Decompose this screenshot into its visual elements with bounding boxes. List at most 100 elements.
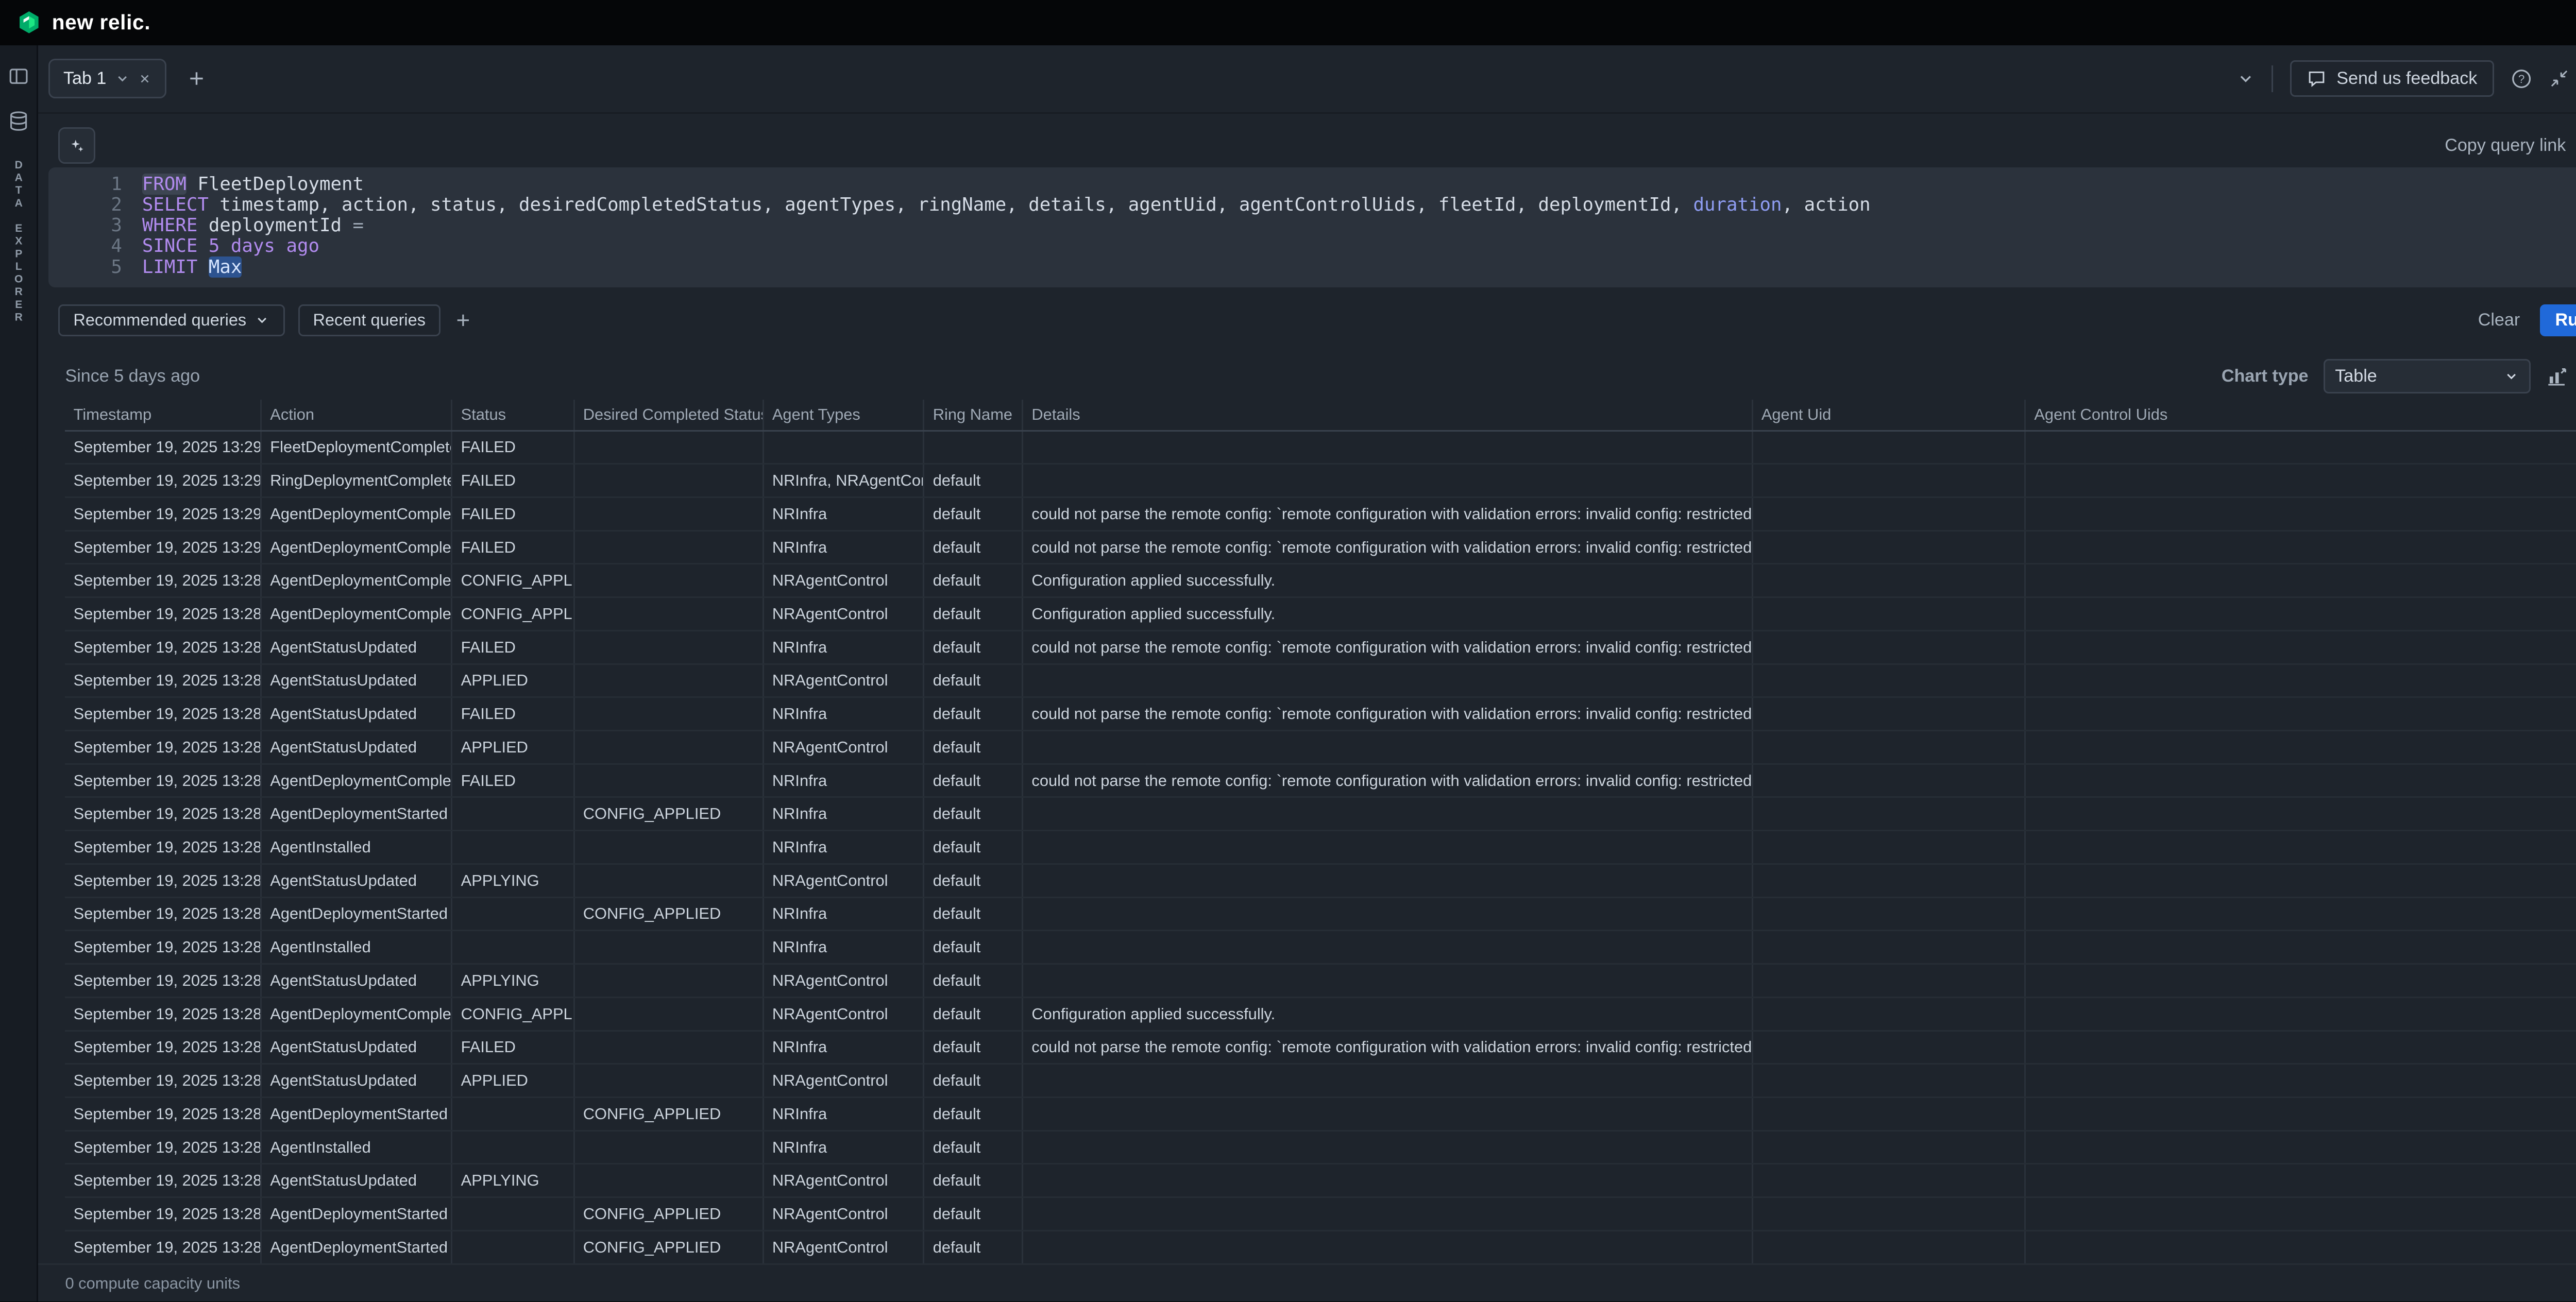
table-cell: September 19, 2025 13:28:48 bbox=[65, 764, 261, 797]
code-line[interactable]: 4SINCE 5 days ago bbox=[48, 236, 2576, 256]
help-icon[interactable]: ? bbox=[2511, 68, 2532, 90]
table-cell: APPLIED bbox=[452, 664, 574, 697]
table-row[interactable]: September 19, 2025 13:28:57AgentDeployme… bbox=[65, 597, 2576, 631]
collapse-view-icon[interactable] bbox=[2549, 68, 2569, 89]
table-cell bbox=[2025, 697, 2576, 731]
table-row[interactable]: September 19, 2025 13:28:53AgentStatusUp… bbox=[65, 630, 2576, 664]
table-cell: Configuration applied successfully. bbox=[1023, 564, 1752, 597]
table-cell: NRInfra bbox=[763, 1130, 924, 1164]
table-cell: CONFIG_APPLIED bbox=[452, 997, 574, 1031]
tab-1[interactable]: Tab 1 bbox=[48, 59, 166, 98]
table-row[interactable]: September 19, 2025 13:28:51AgentStatusUp… bbox=[65, 731, 2576, 764]
table-row[interactable]: September 19, 2025 13:28:28AgentInstalle… bbox=[65, 1130, 2576, 1164]
table-cell bbox=[1023, 431, 1752, 464]
code-line[interactable]: 3WHERE deploymentId = bbox=[48, 215, 2576, 236]
table-cell bbox=[1752, 1164, 2025, 1197]
table-cell: AgentInstalled bbox=[261, 931, 452, 964]
table-row[interactable]: September 19, 2025 13:29:17FleetDeployme… bbox=[65, 431, 2576, 464]
table-cell: NRAgentControl bbox=[763, 997, 924, 1031]
ai-query-wand-icon[interactable] bbox=[58, 127, 95, 164]
table-cell bbox=[1752, 1130, 2025, 1164]
table-cell: NRInfra bbox=[763, 1031, 924, 1064]
table-row[interactable]: September 19, 2025 13:28:17AgentDeployme… bbox=[65, 1230, 2576, 1263]
recommended-queries-button[interactable]: Recommended queries bbox=[58, 304, 284, 336]
table-row[interactable]: September 19, 2025 13:28:45AgentStatusUp… bbox=[65, 964, 2576, 998]
table-cell bbox=[1752, 564, 2025, 597]
table-row[interactable]: September 19, 2025 13:28:28AgentStatusUp… bbox=[65, 1164, 2576, 1197]
table-row[interactable]: September 19, 2025 13:28:47AgentStatusUp… bbox=[65, 864, 2576, 897]
table-cell: AgentStatusUpdated bbox=[261, 1164, 452, 1197]
table-row[interactable]: September 19, 2025 13:28:37AgentDeployme… bbox=[65, 997, 2576, 1031]
table-cell bbox=[1752, 964, 2025, 998]
column-header[interactable]: Action bbox=[261, 400, 452, 431]
table-cell: AgentStatusUpdated bbox=[261, 864, 452, 897]
table-row[interactable]: September 19, 2025 13:28:45AgentDeployme… bbox=[65, 897, 2576, 931]
home-link[interactable]: new relic. bbox=[16, 10, 150, 35]
send-feedback-button[interactable]: Send us feedback bbox=[2290, 60, 2494, 97]
column-header[interactable]: Timestamp bbox=[65, 400, 261, 431]
table-row[interactable]: September 19, 2025 13:28:57AgentDeployme… bbox=[65, 564, 2576, 597]
column-header[interactable]: Desired Completed Status bbox=[574, 400, 763, 431]
table-cell bbox=[574, 664, 763, 697]
data-explorer-rail: DATA EXPLORER bbox=[0, 45, 38, 1302]
column-header[interactable]: Ring Name bbox=[924, 400, 1023, 431]
table-row[interactable]: September 19, 2025 13:28:51AgentStatusUp… bbox=[65, 697, 2576, 731]
table-row[interactable]: September 19, 2025 13:28:53AgentStatusUp… bbox=[65, 664, 2576, 697]
table-cell bbox=[2025, 664, 2576, 697]
table-row[interactable]: September 19, 2025 13:28:17AgentDeployme… bbox=[65, 1197, 2576, 1231]
table-cell: could not parse the remote config: `remo… bbox=[1023, 764, 1752, 797]
column-header[interactable]: Agent Control Uids bbox=[2025, 400, 2576, 431]
run-button[interactable]: Run bbox=[2540, 304, 2576, 336]
table-cell: Configuration applied successfully. bbox=[1023, 597, 1752, 631]
tab-close-icon[interactable] bbox=[138, 72, 151, 85]
collapse-sidebar-icon[interactable] bbox=[8, 65, 29, 87]
table-cell: NRInfra bbox=[763, 831, 924, 864]
table-cell bbox=[2025, 431, 2576, 464]
tab-chevron-down-icon[interactable] bbox=[115, 71, 130, 86]
copy-query-link-button[interactable]: Copy query link bbox=[2445, 135, 2566, 156]
code-line[interactable]: 2SELECT timestamp, action, status, desir… bbox=[48, 195, 2576, 215]
column-header[interactable]: Status bbox=[452, 400, 574, 431]
line-number: 3 bbox=[48, 215, 142, 236]
time-range-label: Since 5 days ago bbox=[65, 366, 200, 386]
table-cell bbox=[1023, 797, 1752, 831]
nrql-query-editor[interactable]: 1FROM FleetDeployment2SELECT timestamp, … bbox=[48, 167, 2576, 288]
table-cell: default bbox=[924, 697, 1023, 731]
table-row[interactable]: September 19, 2025 13:28:45AgentInstalle… bbox=[65, 931, 2576, 964]
tabs-dropdown-icon[interactable] bbox=[2236, 70, 2255, 88]
code-line[interactable]: 5LIMIT Max bbox=[48, 257, 2576, 278]
table-cell: APPLIED bbox=[452, 1064, 574, 1098]
table-row[interactable]: September 19, 2025 13:28:47AgentInstalle… bbox=[65, 831, 2576, 864]
line-number: 1 bbox=[48, 174, 142, 195]
add-query-tab-icon[interactable] bbox=[454, 311, 472, 330]
column-header[interactable]: Details bbox=[1023, 400, 1752, 431]
table-row[interactable]: September 19, 2025 13:28:48AgentDeployme… bbox=[65, 764, 2576, 797]
table-cell: FAILED bbox=[452, 498, 574, 531]
recent-queries-button[interactable]: Recent queries bbox=[298, 304, 440, 336]
table-row[interactable]: September 19, 2025 13:29:07AgentDeployme… bbox=[65, 498, 2576, 531]
table-cell: default bbox=[924, 1230, 1023, 1263]
table-cell: NRInfra bbox=[763, 530, 924, 564]
add-to-dashboard-icon[interactable] bbox=[2546, 366, 2567, 387]
new-tab-button[interactable] bbox=[187, 68, 207, 89]
table-cell: September 19, 2025 13:28:51 bbox=[65, 697, 261, 731]
table-row[interactable]: September 19, 2025 13:28:34AgentStatusUp… bbox=[65, 1064, 2576, 1098]
clear-button[interactable]: Clear bbox=[2478, 310, 2520, 330]
column-header[interactable]: Agent Uid bbox=[1752, 400, 2025, 431]
table-row[interactable]: September 19, 2025 13:28:47AgentDeployme… bbox=[65, 797, 2576, 831]
code-line[interactable]: 1FROM FleetDeployment bbox=[48, 174, 2576, 195]
table-cell bbox=[574, 630, 763, 664]
table-row[interactable]: September 19, 2025 13:29:17RingDeploymen… bbox=[65, 464, 2576, 498]
table-cell bbox=[574, 731, 763, 764]
chart-type-select[interactable]: Table bbox=[2324, 359, 2531, 394]
table-row[interactable]: September 19, 2025 13:29:05AgentDeployme… bbox=[65, 530, 2576, 564]
database-icon[interactable] bbox=[8, 110, 29, 132]
table-cell bbox=[574, 1130, 763, 1164]
table-cell bbox=[2025, 597, 2576, 631]
table-row[interactable]: September 19, 2025 13:28:34AgentStatusUp… bbox=[65, 1031, 2576, 1064]
table-cell: NRInfra bbox=[763, 1097, 924, 1130]
table-cell: AgentStatusUpdated bbox=[261, 1064, 452, 1098]
column-header[interactable]: Agent Types bbox=[763, 400, 924, 431]
table-cell bbox=[1752, 664, 2025, 697]
table-row[interactable]: September 19, 2025 13:28:28AgentDeployme… bbox=[65, 1097, 2576, 1130]
